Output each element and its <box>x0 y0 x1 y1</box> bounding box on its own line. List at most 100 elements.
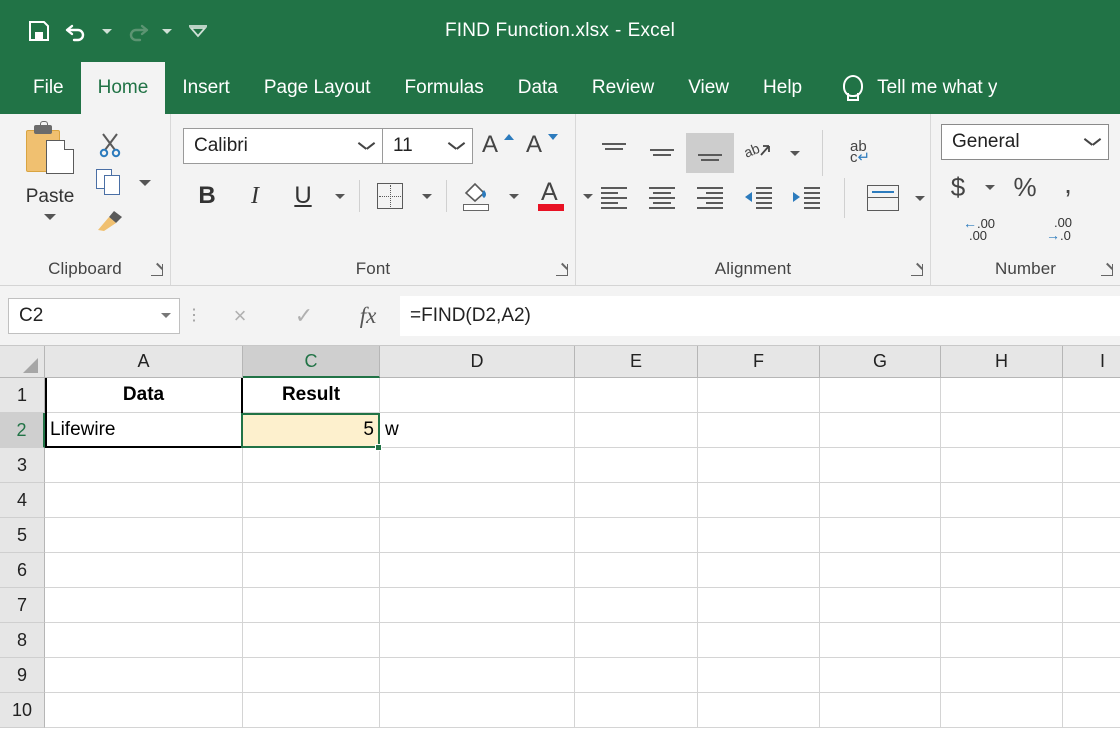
row-header-4[interactable]: 4 <box>0 483 45 518</box>
cell-e4[interactable] <box>575 483 698 518</box>
column-header-c[interactable]: C <box>243 346 380 378</box>
cell-d1[interactable] <box>380 378 575 413</box>
cell-a9[interactable] <box>45 658 243 693</box>
column-header-h[interactable]: H <box>941 346 1063 378</box>
fill-color-dropdown-icon[interactable] <box>501 174 527 218</box>
tab-formulas[interactable]: Formulas <box>388 62 501 114</box>
cell-g9[interactable] <box>820 658 941 693</box>
row-header-8[interactable]: 8 <box>0 623 45 658</box>
redo-icon[interactable] <box>118 11 156 51</box>
cell-h2[interactable] <box>941 413 1063 448</box>
clipboard-dialog-launcher[interactable] <box>149 262 163 276</box>
cell-h1[interactable] <box>941 378 1063 413</box>
cell-c6[interactable] <box>243 553 380 588</box>
formula-bar-grip[interactable]: ⋮ <box>180 307 208 323</box>
orientation-button[interactable]: ab <box>734 133 782 173</box>
cut-button[interactable] <box>88 127 132 163</box>
cell-f2[interactable] <box>698 413 820 448</box>
cell-c2[interactable]: 5 <box>243 413 380 448</box>
cell-i2[interactable] <box>1063 413 1120 448</box>
cell-g6[interactable] <box>820 553 941 588</box>
cell-f9[interactable] <box>698 658 820 693</box>
cell-f7[interactable] <box>698 588 820 623</box>
cell-i3[interactable] <box>1063 448 1120 483</box>
cell-a6[interactable] <box>45 553 243 588</box>
cell-g4[interactable] <box>820 483 941 518</box>
decrease-indent-button[interactable] <box>734 178 782 218</box>
cell-g3[interactable] <box>820 448 941 483</box>
paste-button[interactable]: Paste <box>14 121 86 220</box>
cell-g8[interactable] <box>820 623 941 658</box>
tab-review[interactable]: Review <box>575 62 671 114</box>
currency-dropdown-icon[interactable] <box>977 168 1003 206</box>
underline-dropdown-icon[interactable] <box>327 174 353 218</box>
cell-d10[interactable] <box>380 693 575 728</box>
cell-a4[interactable] <box>45 483 243 518</box>
select-all-button[interactable] <box>0 346 45 378</box>
cell-e10[interactable] <box>575 693 698 728</box>
cell-h9[interactable] <box>941 658 1063 693</box>
cell-e7[interactable] <box>575 588 698 623</box>
cell-c9[interactable] <box>243 658 380 693</box>
borders-button[interactable] <box>366 174 414 218</box>
cell-d2[interactable]: w <box>380 413 575 448</box>
cell-i8[interactable] <box>1063 623 1120 658</box>
cell-e3[interactable] <box>575 448 698 483</box>
decrease-decimal-button[interactable]: .00 →.0 <box>1019 210 1099 248</box>
number-dialog-launcher[interactable] <box>1099 262 1113 276</box>
cell-f4[interactable] <box>698 483 820 518</box>
row-header-7[interactable]: 7 <box>0 588 45 623</box>
cell-i9[interactable] <box>1063 658 1120 693</box>
cell-h10[interactable] <box>941 693 1063 728</box>
cell-f3[interactable] <box>698 448 820 483</box>
italic-button[interactable]: I <box>231 174 279 218</box>
column-header-f[interactable]: F <box>698 346 820 378</box>
cell-i6[interactable] <box>1063 553 1120 588</box>
cell-d4[interactable] <box>380 483 575 518</box>
chevron-down-icon[interactable] <box>161 313 171 318</box>
undo-dropdown-icon[interactable] <box>96 11 118 51</box>
cell-e8[interactable] <box>575 623 698 658</box>
column-header-a[interactable]: A <box>45 346 243 378</box>
orientation-dropdown-icon[interactable] <box>782 133 808 173</box>
redo-dropdown-icon[interactable] <box>156 11 178 51</box>
cell-f1[interactable] <box>698 378 820 413</box>
tell-me-search[interactable]: Tell me what y <box>819 62 997 114</box>
cell-c7[interactable] <box>243 588 380 623</box>
cell-h8[interactable] <box>941 623 1063 658</box>
cell-a8[interactable] <box>45 623 243 658</box>
cell-d3[interactable] <box>380 448 575 483</box>
cell-a5[interactable] <box>45 518 243 553</box>
cell-c5[interactable] <box>243 518 380 553</box>
wrap-text-button[interactable]: ab c↵ <box>837 133 893 173</box>
increase-decimal-button[interactable]: ←.00 .00 <box>939 210 1019 248</box>
cell-i4[interactable] <box>1063 483 1120 518</box>
cell-d8[interactable] <box>380 623 575 658</box>
cell-h3[interactable] <box>941 448 1063 483</box>
cell-f5[interactable] <box>698 518 820 553</box>
cell-d7[interactable] <box>380 588 575 623</box>
currency-button[interactable]: $ <box>939 168 977 206</box>
font-color-button[interactable]: A <box>527 174 575 218</box>
cell-g2[interactable] <box>820 413 941 448</box>
cell-h6[interactable] <box>941 553 1063 588</box>
fill-color-button[interactable] <box>453 174 501 218</box>
chevron-down-icon[interactable] <box>449 142 464 151</box>
cell-i5[interactable] <box>1063 518 1120 553</box>
font-size-input[interactable]: 11 <box>383 128 473 164</box>
cell-e5[interactable] <box>575 518 698 553</box>
copy-button[interactable] <box>88 165 132 201</box>
row-header-1[interactable]: 1 <box>0 378 45 413</box>
cell-a7[interactable] <box>45 588 243 623</box>
cell-h5[interactable] <box>941 518 1063 553</box>
undo-icon[interactable] <box>58 11 96 51</box>
row-header-5[interactable]: 5 <box>0 518 45 553</box>
tab-file[interactable]: File <box>16 62 81 114</box>
align-middle-button[interactable] <box>638 133 686 173</box>
borders-dropdown-icon[interactable] <box>414 174 440 218</box>
cell-f6[interactable] <box>698 553 820 588</box>
tab-insert[interactable]: Insert <box>165 62 247 114</box>
cell-a2[interactable]: Lifewire <box>45 413 243 448</box>
cell-i10[interactable] <box>1063 693 1120 728</box>
comma-button[interactable]: , <box>1047 168 1089 206</box>
